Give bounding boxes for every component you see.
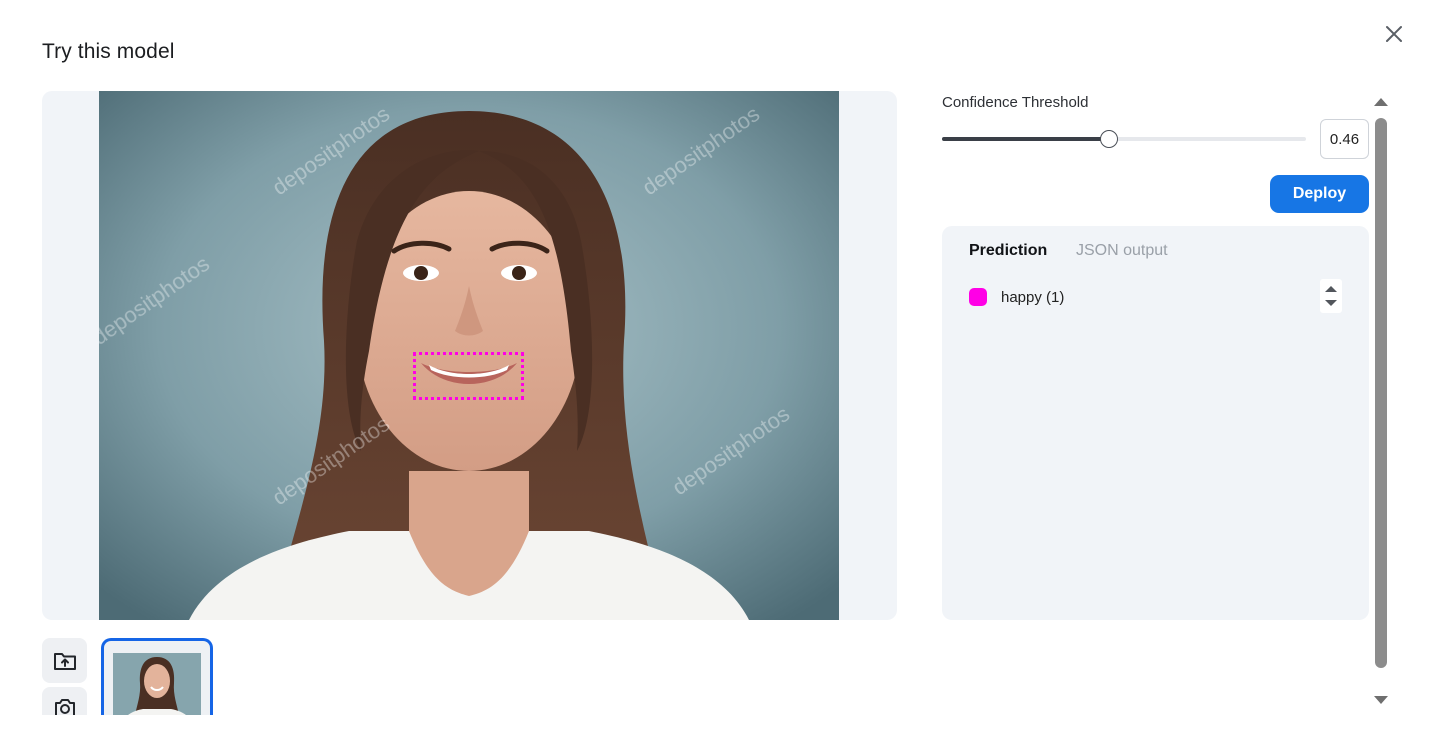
image-preview-panel: depositphotos depositphotos depositphoto… (42, 91, 897, 620)
tab-prediction[interactable]: Prediction (969, 242, 1047, 260)
image-thumbnail-selected[interactable] (101, 638, 213, 718)
modal-title: Try this model (42, 40, 175, 63)
close-button[interactable] (1382, 22, 1406, 46)
scroll-down-arrow[interactable] (1372, 693, 1390, 709)
tab-json-output[interactable]: JSON output (1076, 242, 1168, 260)
deploy-button[interactable]: Deploy (1270, 175, 1369, 213)
prediction-label: happy (1) (1001, 288, 1065, 306)
confidence-threshold-input[interactable] (1320, 119, 1369, 159)
camera-icon (54, 699, 75, 715)
results-panel: Prediction JSON output happy (1) (942, 226, 1369, 620)
preview-photo: depositphotos depositphotos depositphoto… (99, 91, 839, 620)
confidence-threshold-slider[interactable] (942, 128, 1306, 150)
thumbnail-photo (113, 653, 201, 718)
scroll-up-arrow[interactable] (1372, 93, 1390, 109)
viewport-bottom-edge (0, 715, 1429, 739)
prediction-color-swatch (969, 288, 987, 306)
caret-down-icon (1374, 696, 1388, 704)
detection-box-happy (413, 352, 524, 400)
camera-capture-button[interactable] (42, 687, 87, 715)
slider-fill (942, 137, 1109, 141)
upload-image-button[interactable] (42, 638, 87, 683)
caret-up-icon (1374, 98, 1388, 106)
prediction-item[interactable]: happy (1) (969, 286, 1343, 308)
confidence-threshold-label: Confidence Threshold (942, 94, 1089, 111)
panel-scrollbar[interactable] (1372, 93, 1390, 713)
sort-arrows-icon (1325, 286, 1337, 306)
prediction-sort-stepper[interactable] (1320, 279, 1342, 313)
slider-handle[interactable] (1100, 130, 1118, 148)
close-icon (1386, 26, 1402, 42)
upload-folder-icon (53, 652, 76, 670)
scroll-thumb[interactable] (1375, 118, 1387, 668)
